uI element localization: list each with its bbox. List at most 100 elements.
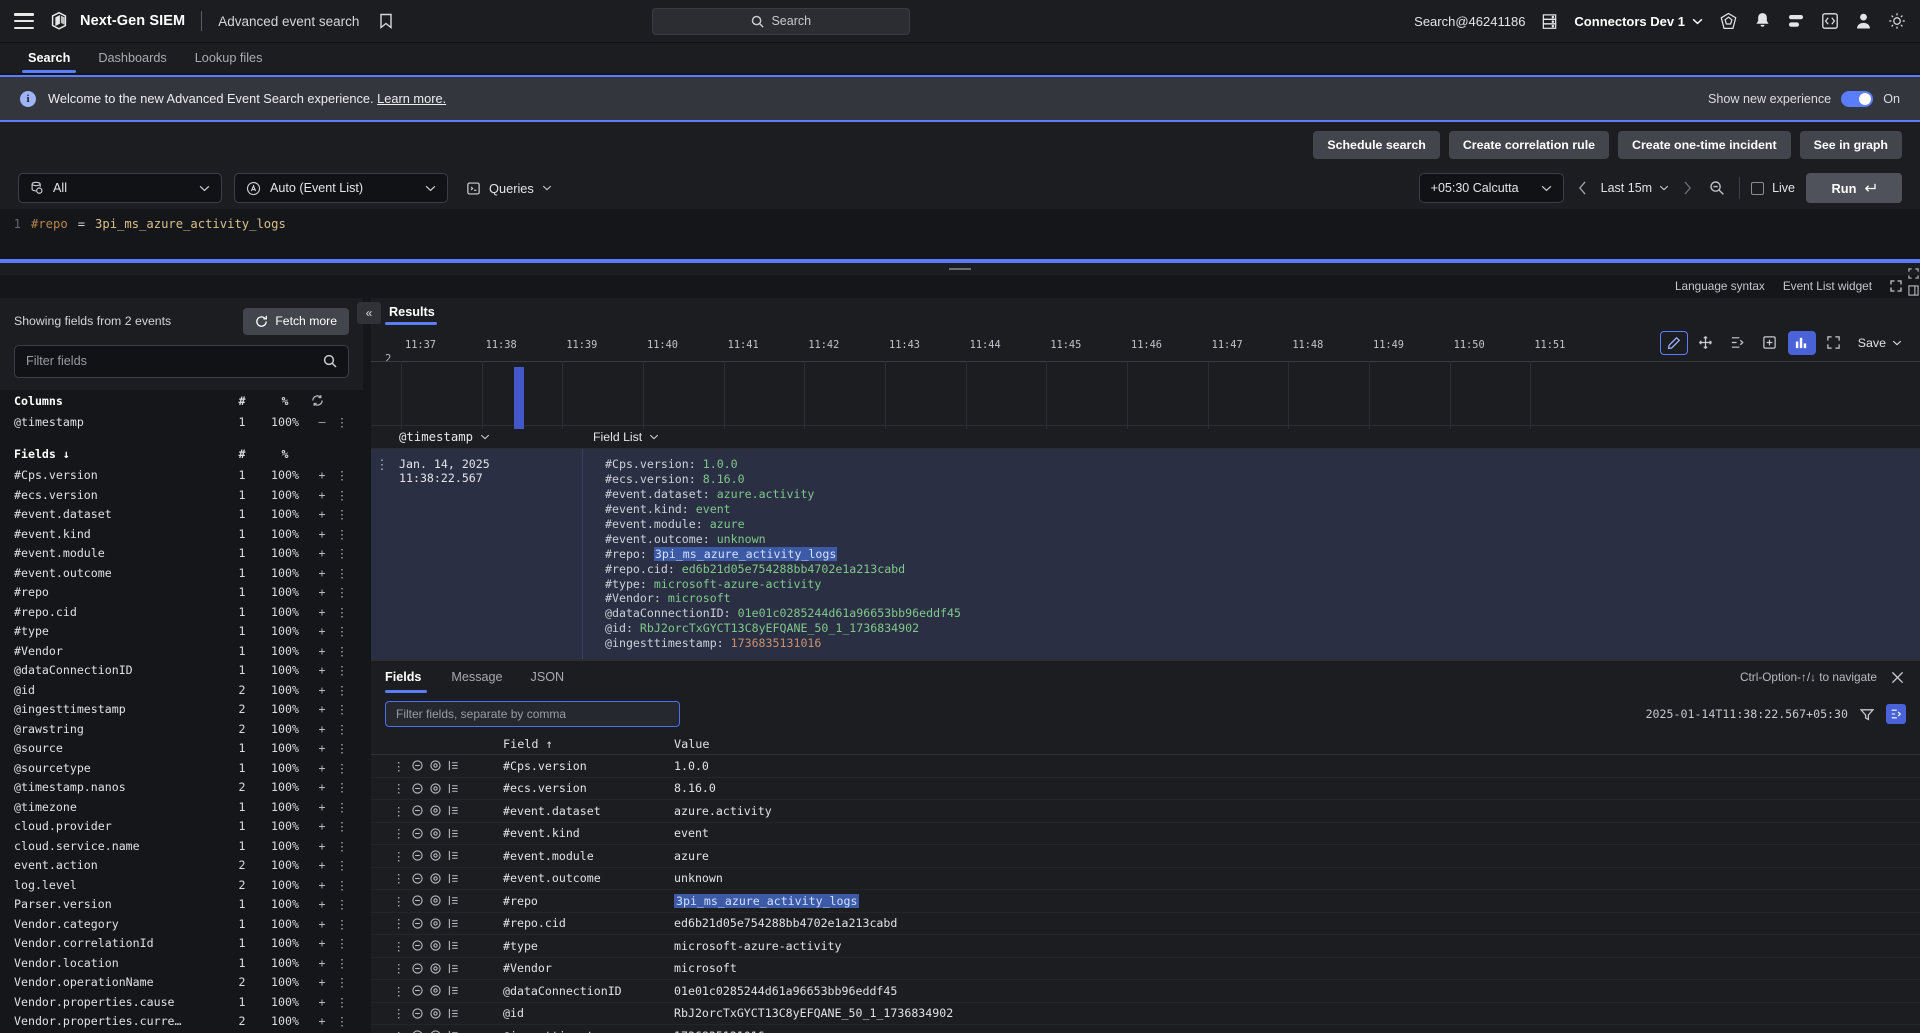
detail-field-row[interactable]: ⋮#ecs.version8.16.0 [371, 778, 1920, 801]
event-list-widget-link[interactable]: Event List widget [1783, 279, 1872, 293]
sidebar-field-row[interactable]: @sourcetype1100%+⋮ [0, 758, 363, 778]
view-mode-selector[interactable]: Auto (Event List) [234, 173, 448, 203]
add-field-icon[interactable]: + [311, 546, 333, 560]
row-menu-icon[interactable]: ⋮ [393, 759, 405, 773]
append-field-icon[interactable] [448, 873, 459, 884]
sidebar-field-row[interactable]: log.level2100%+⋮ [0, 875, 363, 895]
row-menu-icon[interactable]: ⋮ [393, 894, 405, 908]
sidebar-field-row[interactable]: @dataConnectionID1100%+⋮ [0, 660, 363, 680]
field-menu-icon[interactable]: ⋮ [333, 527, 351, 541]
append-field-icon[interactable] [448, 828, 459, 839]
live-checkbox[interactable]: Live [1751, 181, 1795, 195]
detail-field-row[interactable]: ⋮@ingesttimestamp1736835131016 [371, 1025, 1920, 1033]
event-field-value[interactable]: azure.activity [717, 487, 815, 501]
field-menu-icon[interactable]: ⋮ [333, 878, 351, 892]
add-field-icon[interactable]: + [311, 975, 333, 989]
sidebar-field-row[interactable]: @timestamp.nanos2100%+⋮ [0, 777, 363, 797]
field-menu-icon[interactable]: ⋮ [333, 546, 351, 560]
event-field-value[interactable]: 8.16.0 [703, 472, 745, 486]
detail-field-row[interactable]: ⋮#repo.cided6b21d05e754288bb4702e1a213ca… [371, 913, 1920, 936]
event-field-value[interactable]: event [696, 502, 731, 516]
field-menu-icon[interactable]: ⋮ [333, 624, 351, 638]
add-field-icon[interactable]: + [311, 468, 333, 482]
tab-search[interactable]: Search [14, 43, 84, 73]
include-filter-icon[interactable] [430, 985, 441, 996]
row-menu-icon[interactable]: ⋮ [393, 871, 405, 885]
append-field-icon[interactable] [448, 760, 459, 771]
column-header-timestamp[interactable]: @timestamp [393, 430, 583, 444]
include-filter-icon[interactable] [430, 1008, 441, 1019]
field-menu-icon[interactable]: ⋮ [333, 800, 351, 814]
sidebar-field-row[interactable]: Vendor.properties.cause1100%+⋮ [0, 992, 363, 1012]
append-field-icon[interactable] [448, 805, 459, 816]
row-menu-icon[interactable]: ⋮ [393, 939, 405, 953]
filter-fields-box[interactable] [14, 345, 349, 378]
fetch-more-button[interactable]: Fetch more [243, 308, 349, 335]
event-field-value[interactable]: 1736835131016 [731, 636, 822, 650]
sidebar-field-row[interactable]: #event.dataset1100%+⋮ [0, 504, 363, 524]
field-menu-icon[interactable]: ⋮ [333, 702, 351, 716]
detail-field-row[interactable]: ⋮#event.kindevent [371, 823, 1920, 846]
append-field-icon[interactable] [448, 940, 459, 951]
row-menu-icon[interactable]: ⋮ [393, 849, 405, 863]
event-field-value[interactable]: 01e01c0285244d61a96653bb96eddf45 [738, 606, 961, 620]
row-menu-icon[interactable]: ⋮ [393, 804, 405, 818]
sidebar-field-row[interactable]: Vendor.operationName2100%+⋮ [0, 972, 363, 992]
exclude-filter-icon[interactable] [412, 1008, 423, 1019]
row-menu-icon[interactable]: ⋮ [393, 1006, 405, 1020]
sidebar-field-row[interactable]: Parser.version1100%+⋮ [0, 894, 363, 914]
detail-field-value[interactable]: unknown [674, 871, 1920, 885]
detail-field-row[interactable]: ⋮#Vendormicrosoft [371, 958, 1920, 981]
field-menu-icon[interactable]: ⋮ [333, 566, 351, 580]
field-menu-icon[interactable]: ⋮ [333, 761, 351, 775]
append-field-icon[interactable] [448, 895, 459, 906]
row-menu-icon[interactable]: ⋮ [393, 781, 405, 795]
search-icon[interactable] [323, 354, 337, 368]
detail-field-value[interactable]: RbJ2orcTxGYCT13C8yEFQANE_50_1_1736834902 [674, 1006, 1920, 1020]
add-field-icon[interactable]: + [311, 722, 333, 736]
detail-field-row[interactable]: ⋮@idRbJ2orcTxGYCT13C8yEFQANE_50_1_173683… [371, 1003, 1920, 1026]
sidebar-field-row[interactable]: @id2100%+⋮ [0, 680, 363, 700]
exclude-filter-icon[interactable] [412, 760, 423, 771]
sidebar-field-row[interactable]: @timezone1100%+⋮ [0, 797, 363, 817]
global-search-input[interactable]: Search [652, 8, 910, 35]
add-field-icon[interactable]: + [311, 761, 333, 775]
sidebar-field-row[interactable]: #event.outcome1100%+⋮ [0, 563, 363, 583]
detail-field-value[interactable]: microsoft [674, 961, 1920, 975]
rail-collapse-icon[interactable] [1908, 268, 1919, 279]
sidebar-field-row[interactable]: cloud.service.name1100%+⋮ [0, 836, 363, 856]
field-menu-icon[interactable]: ⋮ [333, 995, 351, 1009]
detail-field-value[interactable]: 1736835131016 [674, 1029, 1920, 1033]
detail-field-row[interactable]: ⋮#event.outcomeunknown [371, 868, 1920, 891]
user-icon[interactable] [1855, 12, 1872, 30]
add-field-icon[interactable]: + [311, 897, 333, 911]
exclude-filter-icon[interactable] [412, 828, 423, 839]
new-experience-toggle[interactable] [1841, 91, 1873, 107]
detail-header-value[interactable]: Value [674, 737, 1920, 751]
sidebar-field-row[interactable]: event.action2100%+⋮ [0, 855, 363, 875]
include-filter-icon[interactable] [430, 828, 441, 839]
next-range-button[interactable] [1680, 181, 1695, 195]
add-field-icon[interactable]: + [311, 780, 333, 794]
tab-results[interactable]: Results [385, 305, 451, 325]
field-menu-icon[interactable]: ⋮ [333, 644, 351, 658]
detail-filter-box[interactable] [385, 701, 680, 727]
detail-field-value[interactable]: microsoft-azure-activity [674, 939, 1920, 953]
detail-field-value[interactable]: 8.16.0 [674, 781, 1920, 795]
previous-range-button[interactable] [1575, 181, 1590, 195]
sidebar-field-row[interactable]: @ingesttimestamp2100%+⋮ [0, 699, 363, 719]
connectors-selector[interactable]: Connectors Dev 1 [1574, 14, 1703, 29]
append-field-icon[interactable] [448, 1008, 459, 1019]
add-field-icon[interactable]: + [311, 800, 333, 814]
exclude-filter-icon[interactable] [412, 805, 423, 816]
filter-icon[interactable] [1860, 708, 1874, 721]
event-field-value[interactable]: microsoft [668, 591, 731, 605]
filter-fields-input[interactable] [26, 354, 323, 368]
sidebar-field-row[interactable]: @rawstring2100%+⋮ [0, 719, 363, 739]
language-syntax-link[interactable]: Language syntax [1675, 279, 1765, 293]
expand-icon[interactable] [1890, 280, 1902, 292]
add-field-icon[interactable]: + [311, 683, 333, 697]
event-field-value[interactable]: azure [710, 517, 745, 531]
collapse-sidebar-button[interactable]: « [357, 302, 381, 324]
add-field-icon[interactable]: + [311, 878, 333, 892]
